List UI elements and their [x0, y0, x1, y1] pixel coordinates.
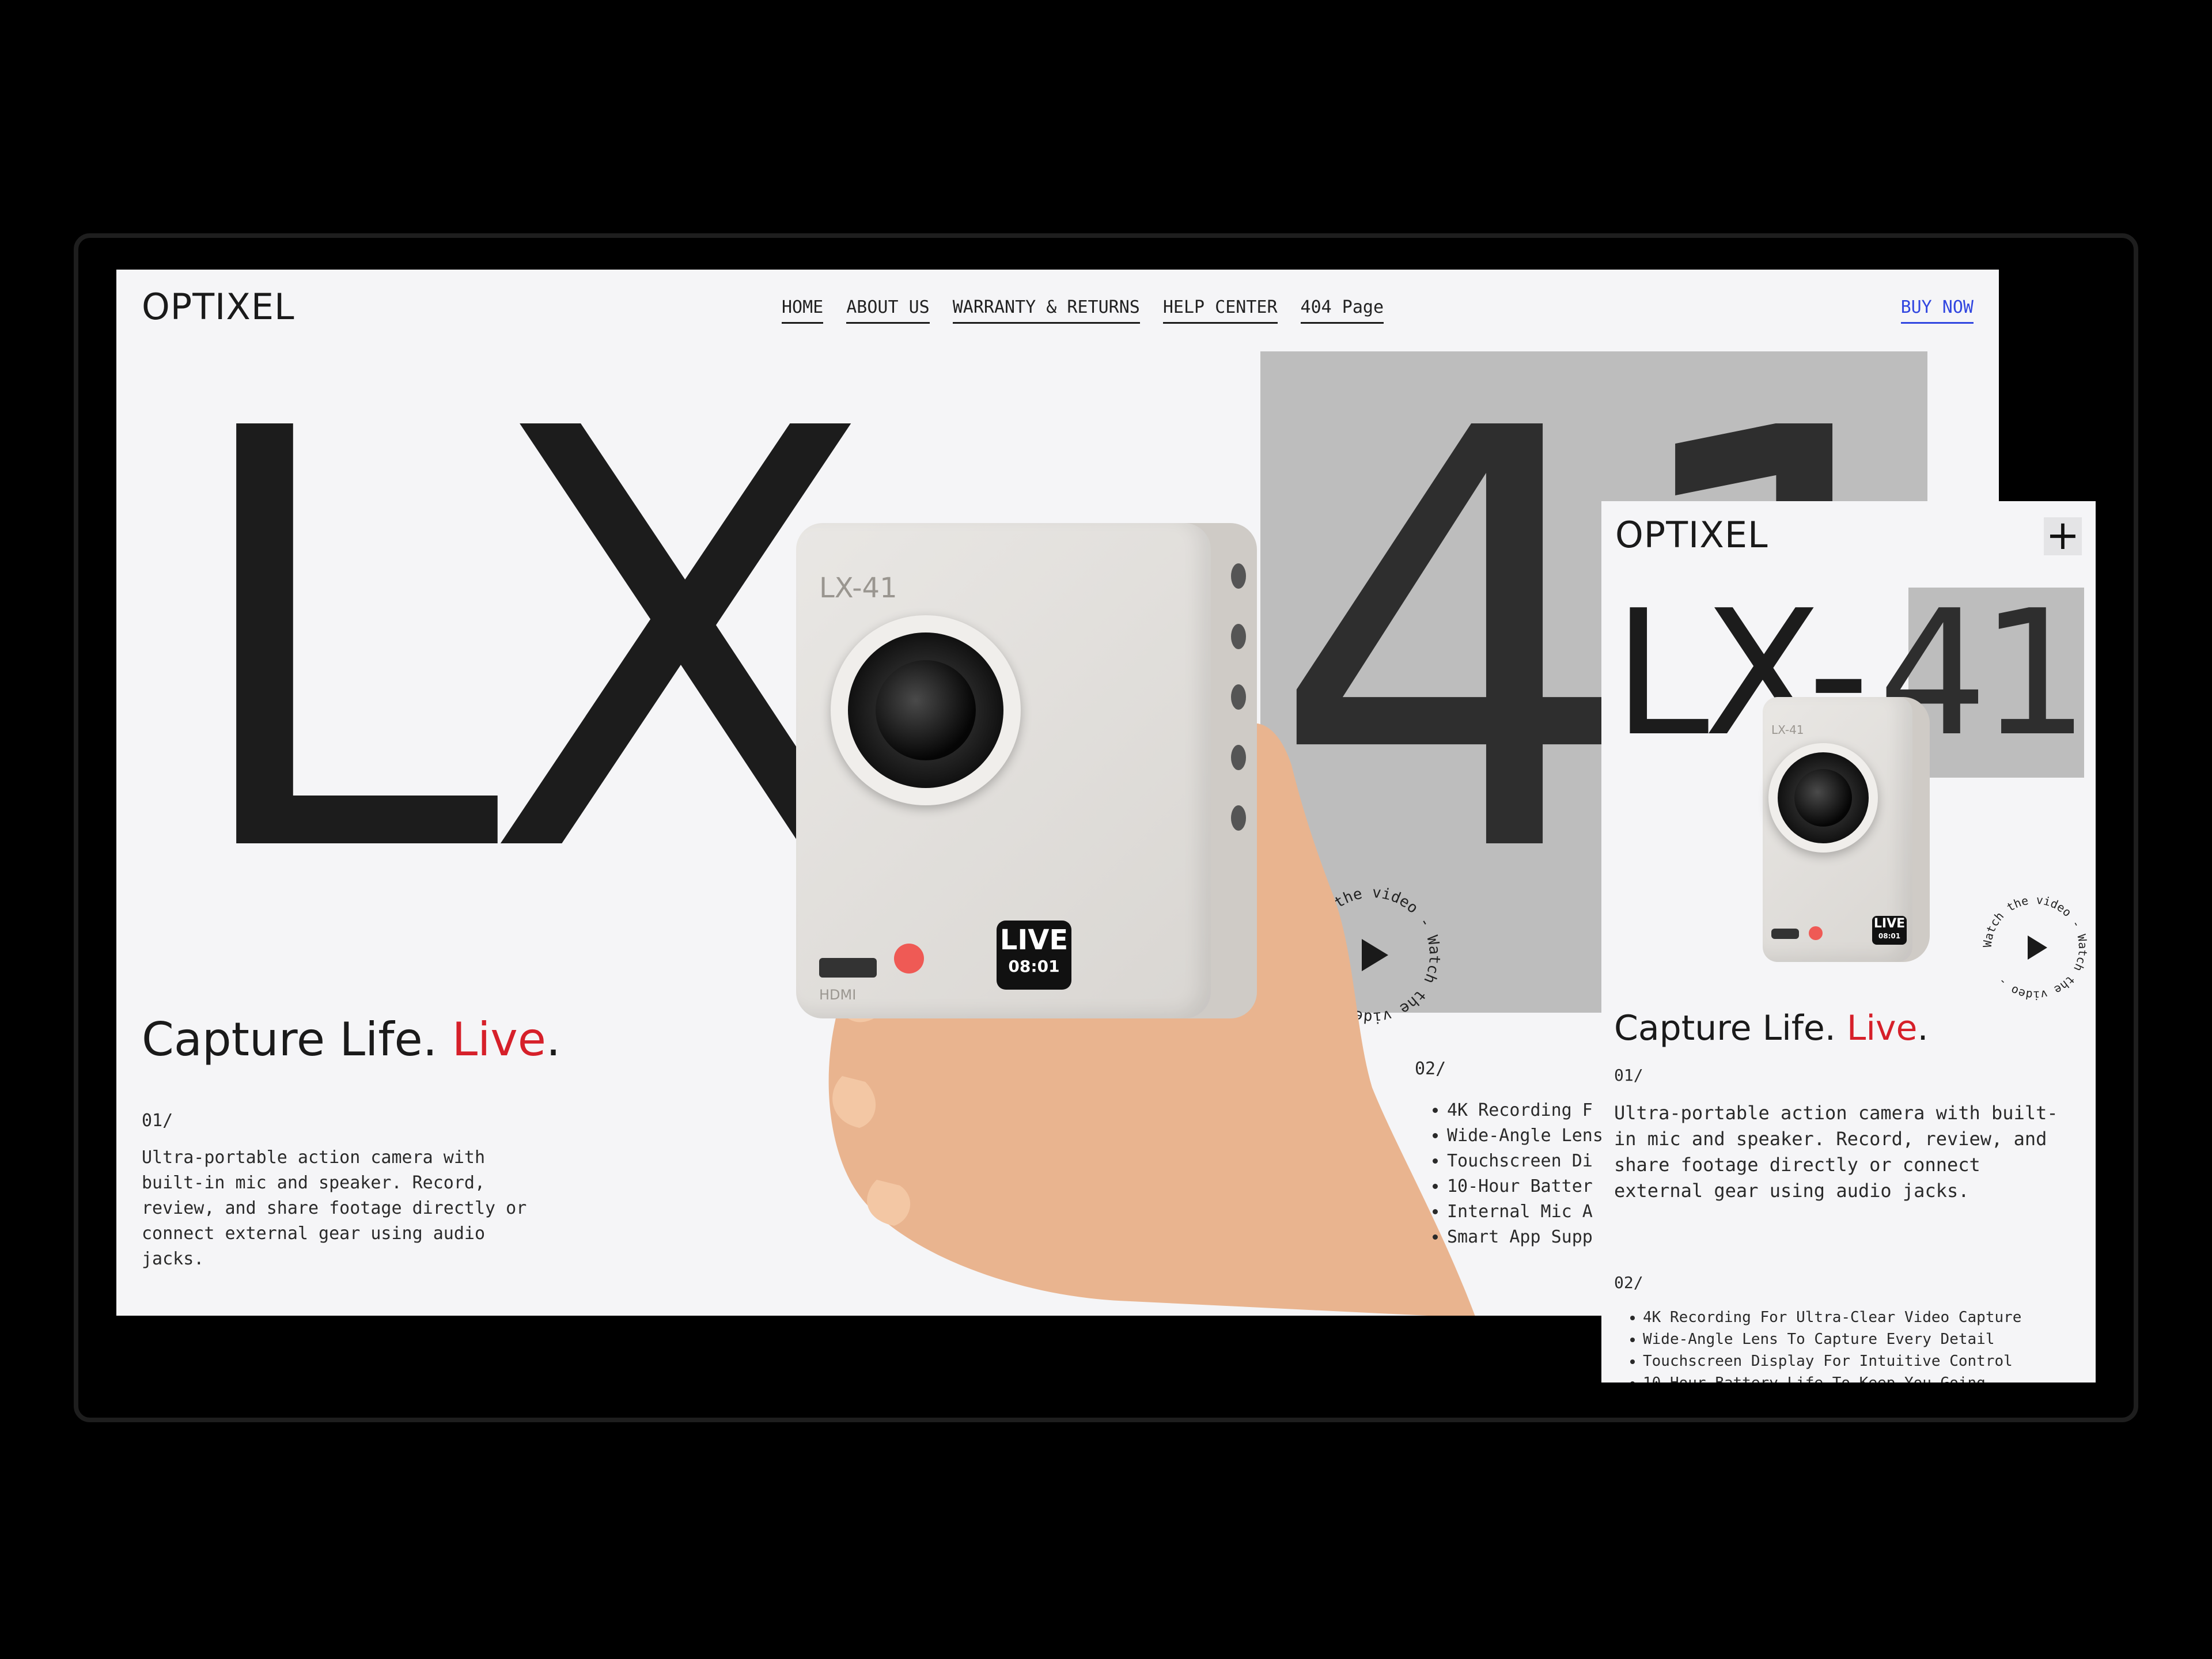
live-time: 08:01	[1008, 957, 1060, 976]
mobile-feature-list: 4K Recording For Ultra-Clear Video Captu…	[1614, 1306, 2096, 1382]
hdmi-port	[819, 958, 877, 978]
camera-port	[1231, 745, 1246, 770]
mobile-feature-item: Touchscreen Display For Intuitive Contro…	[1643, 1350, 2096, 1372]
mobile-feature-item: 4K Recording For Ultra-Clear Video Captu…	[1643, 1306, 2096, 1328]
camera-port	[1231, 624, 1246, 649]
mobile-live-label: LIVE	[1873, 916, 1906, 931]
headline-period: .	[546, 1013, 561, 1066]
mobile-brand-logo[interactable]: OPTIXEL	[1615, 514, 1768, 556]
camera-port	[1231, 805, 1246, 831]
mobile-headline-period: .	[1917, 1008, 1929, 1048]
plus-icon[interactable]: +	[2044, 515, 2082, 555]
headline-accent: Live	[452, 1013, 546, 1066]
section1-index: 01/	[142, 1111, 173, 1131]
mobile-live-screen: LIVE 08:01	[1872, 916, 1907, 945]
mobile-section2-index: 02/	[1614, 1273, 1643, 1292]
mobile-record-button	[1809, 926, 1823, 940]
nav-help[interactable]: HELP CENTER	[1162, 297, 1278, 324]
mobile-headline-accent: Live	[1846, 1008, 1918, 1048]
headline: Capture Life. Live.	[142, 1013, 560, 1066]
section2-index: 02/	[1415, 1059, 1446, 1079]
mobile-live-time: 08:01	[1878, 932, 1901, 940]
mobile-section1-description: Ultra-portable action camera with built-…	[1614, 1102, 2058, 1202]
live-screen: LIVE 08:01	[997, 921, 1071, 990]
mobile-headline-main: Capture Life.	[1614, 1008, 1847, 1048]
mobile-play-icon	[2028, 935, 2047, 960]
hdmi-label: HDMI	[819, 987, 857, 1003]
mobile-headline: Capture Life. Live.	[1614, 1008, 1929, 1048]
mobile-feature-item: Wide-Angle Lens To Capture Every Detail	[1643, 1328, 2096, 1350]
mobile-feature-item: 10-Hour Battery Life To Keep You Going	[1643, 1372, 2096, 1382]
mobile-hdmi-port	[1771, 929, 1799, 939]
camera-lens-glass	[876, 660, 976, 760]
section1-description: Ultra-portable action camera with built-…	[142, 1147, 527, 1269]
camera-port	[1231, 684, 1246, 710]
mobile-camera-model-label: LX-41	[1771, 723, 1804, 737]
camera-port	[1231, 563, 1246, 589]
mobile-section1-index: 01/	[1614, 1066, 1643, 1085]
camera-model-label: LX-41	[819, 572, 897, 604]
headline-main: Capture Life.	[142, 1013, 452, 1066]
mobile-page: OPTIXEL + LX- 41 LX-41 LIVE 08:01 Watch …	[1601, 501, 2096, 1382]
record-button	[894, 944, 924, 974]
live-label: LIVE	[999, 924, 1069, 956]
mobile-camera-lens-glass	[1794, 769, 1852, 827]
mobile-watch-video-button[interactable]: Watch the video - Watch the video -	[1980, 893, 2090, 1002]
